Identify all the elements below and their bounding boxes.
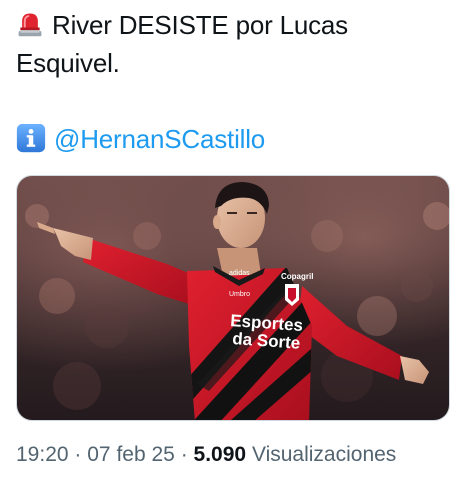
jersey-brand-top: adidas [229, 270, 250, 277]
tweet-media-photo[interactable]: adidas Copagril Umbro Esportes da Sorte [16, 175, 450, 421]
mention-link[interactable]: @HernanSCastillo [54, 124, 265, 154]
tweet-time[interactable]: 19:20 [16, 443, 69, 466]
tweet-line-1-text: River DESISTE por Lucas [52, 10, 348, 40]
tweet-date[interactable]: 07 feb 25 [87, 443, 175, 466]
meta-separator: · [74, 443, 82, 466]
information-icon [16, 123, 46, 153]
tweet-mention-line: @HernanSCastillo [16, 120, 456, 158]
rotating-light-siren-icon [18, 13, 42, 37]
jersey-chest-sponsor: Copagril [281, 272, 313, 281]
views-count: 5.090 [193, 443, 247, 466]
tweet-line-2: Esquivel. [16, 48, 120, 78]
tweet-text: River DESISTE por Lucas Esquivel. @Herna… [16, 6, 456, 158]
tweet-line-1: River DESISTE por Lucas [16, 6, 456, 44]
views-label: Visualizaciones [251, 443, 397, 466]
tweet-meta: 19:20 · 07 feb 25 · 5.090 Visualizacione… [16, 440, 396, 470]
meta-separator: · [180, 443, 188, 466]
jersey-brand: Umbro [229, 291, 250, 298]
footballer-photo: adidas Copagril Umbro Esportes da Sorte [17, 176, 449, 420]
